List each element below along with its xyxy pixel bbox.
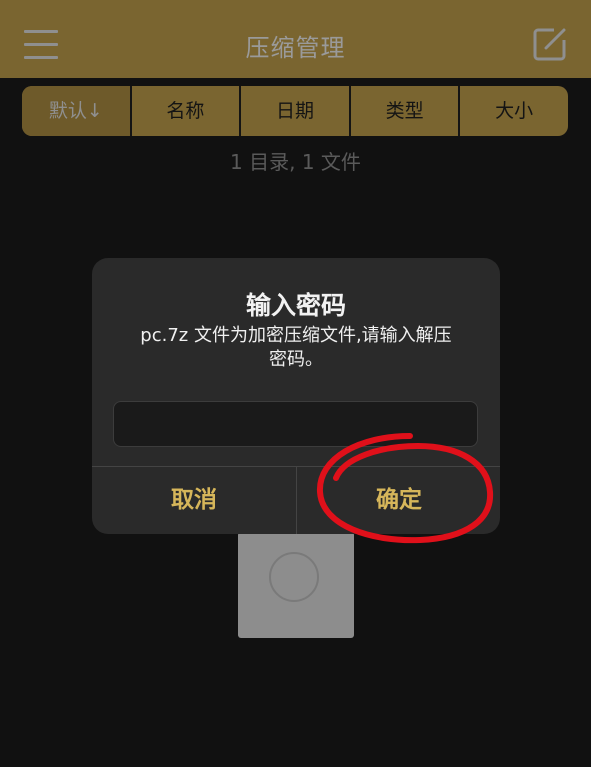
- sort-option-type[interactable]: 类型: [348, 86, 459, 136]
- dialog-title: 输入密码: [245, 291, 346, 320]
- password-input[interactable]: [113, 401, 478, 447]
- folder-file-count: 1 目录, 1 文件: [230, 150, 361, 174]
- cancel-button[interactable]: 取消: [92, 467, 296, 534]
- sort-option-default[interactable]: 默认↓: [22, 86, 130, 136]
- dialog-message: pc.7z 文件为加密压缩文件,请输入解压密码。: [140, 325, 452, 370]
- file-thumbnail[interactable]: [238, 532, 354, 638]
- sort-option-name[interactable]: 名称: [129, 86, 240, 136]
- edit-icon[interactable]: [532, 26, 568, 62]
- navigation-bar: 压缩管理: [0, 0, 591, 78]
- sort-option-size[interactable]: 大小: [458, 86, 568, 136]
- sort-segmented-control: 默认↓ 名称 日期 类型 大小: [22, 86, 568, 136]
- confirm-button[interactable]: 确定: [297, 467, 500, 534]
- sort-option-date[interactable]: 日期: [239, 86, 349, 136]
- loading-circle-icon: [269, 552, 319, 602]
- page-title: 压缩管理: [245, 34, 346, 62]
- compression-manager-screen: 压缩管理 默认↓ 名称 日期 类型 大小 1 目录, 1 文件 输入密码 pc.…: [0, 0, 591, 767]
- password-dialog: 输入密码 pc.7z 文件为加密压缩文件,请输入解压密码。 取消 确定: [92, 258, 500, 534]
